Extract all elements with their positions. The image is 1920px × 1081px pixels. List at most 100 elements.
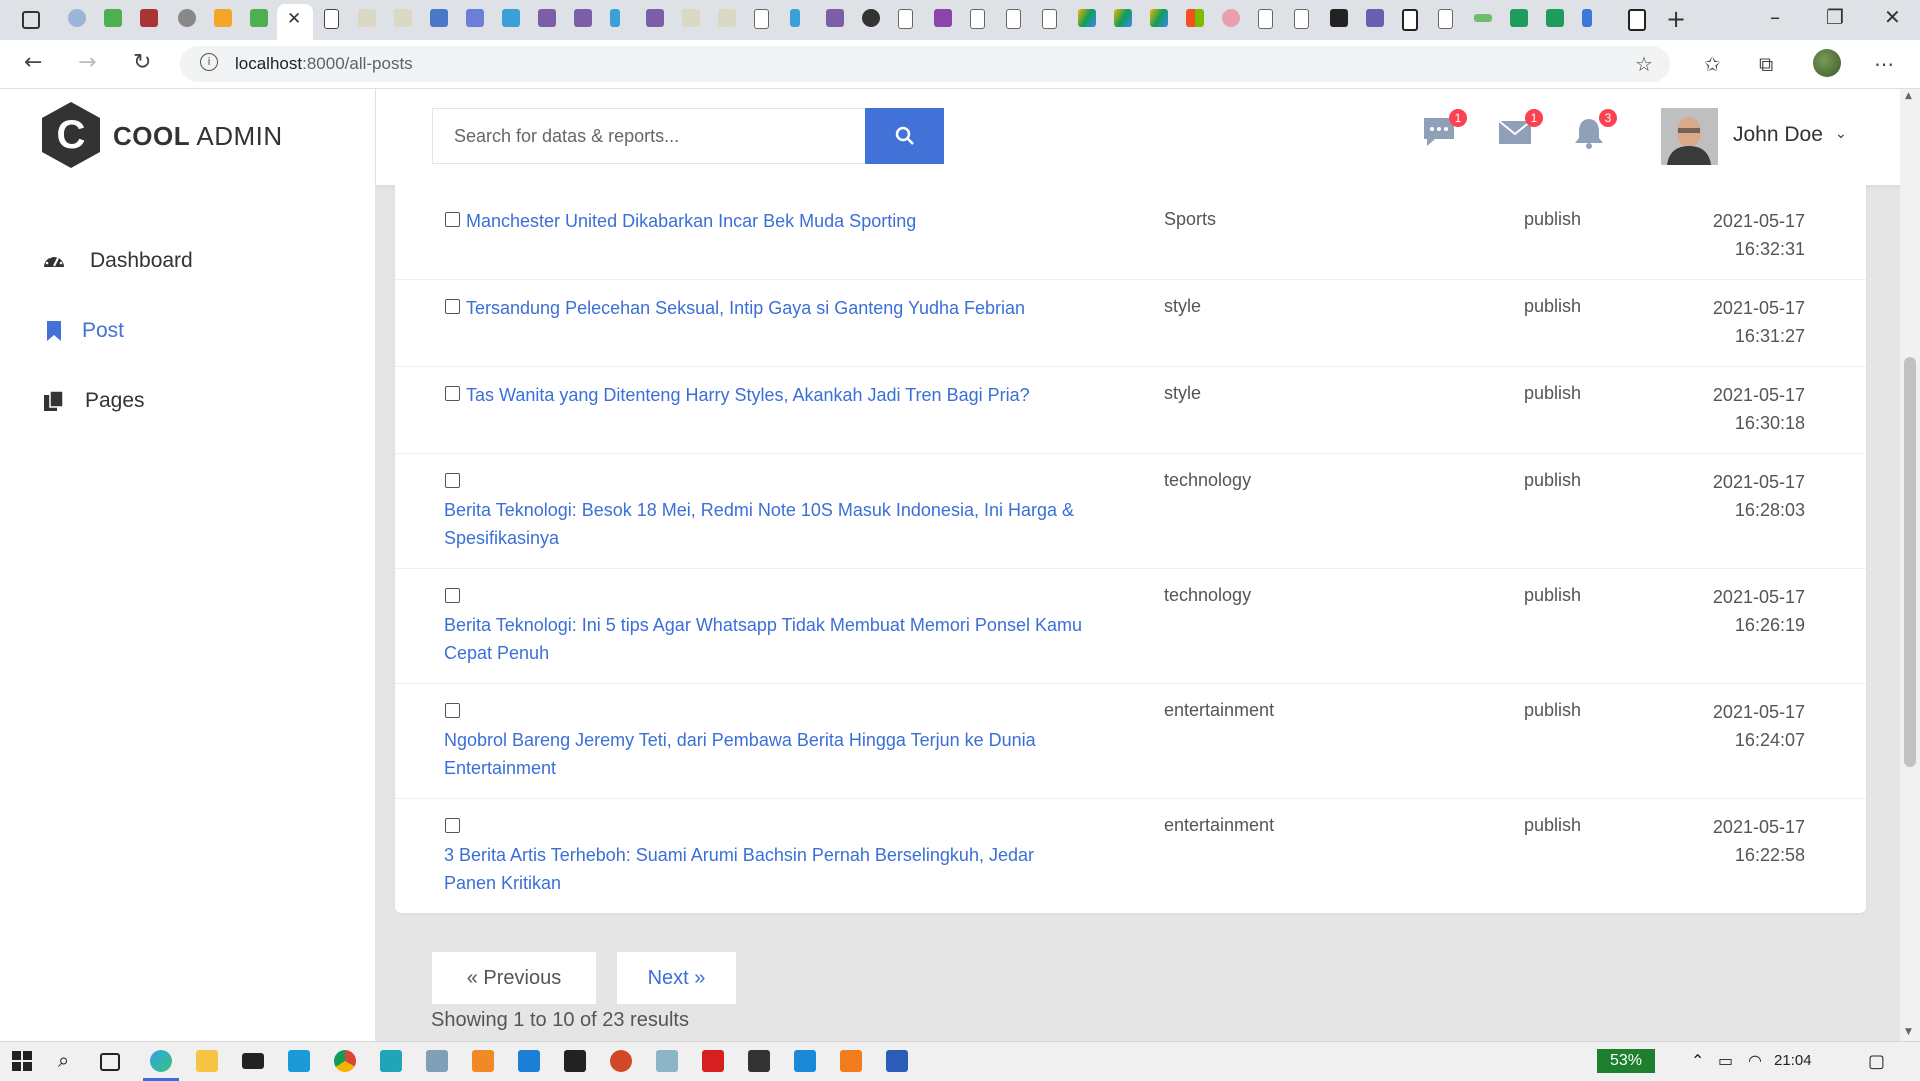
url-text[interactable]: localhost:8000/all-posts bbox=[235, 54, 413, 74]
drive-icon[interactable] bbox=[1150, 9, 1168, 27]
tab-favicon[interactable] bbox=[682, 9, 700, 27]
tab-favicon[interactable] bbox=[68, 9, 86, 27]
tab-favicon[interactable] bbox=[970, 9, 985, 29]
scroll-up-icon[interactable]: ▲ bbox=[1905, 91, 1912, 101]
collections-icon[interactable]: ⧉ bbox=[1759, 52, 1773, 76]
wifi-icon[interactable]: ◠ bbox=[1748, 1051, 1762, 1070]
tab-favicon[interactable] bbox=[466, 9, 484, 27]
page-scrollbar[interactable]: ▲ ▼ bbox=[1900, 89, 1920, 1041]
terminal-icon[interactable] bbox=[564, 1050, 586, 1072]
tab-favicon[interactable] bbox=[718, 9, 736, 27]
row-checkbox[interactable] bbox=[445, 299, 460, 314]
row-checkbox[interactable] bbox=[445, 818, 460, 833]
mail-icon[interactable] bbox=[242, 1053, 264, 1069]
forward-icon[interactable]: → bbox=[78, 50, 96, 75]
tab-favicon[interactable] bbox=[1006, 9, 1021, 29]
chrome-icon[interactable] bbox=[334, 1050, 356, 1072]
mail-notification[interactable]: 1 bbox=[1497, 109, 1543, 155]
tab-favicon[interactable] bbox=[1402, 9, 1418, 31]
row-checkbox[interactable] bbox=[445, 588, 460, 603]
xampp-icon[interactable] bbox=[840, 1050, 862, 1072]
powerpoint-icon[interactable] bbox=[610, 1050, 632, 1072]
reload-icon[interactable]: ↻ bbox=[133, 50, 151, 75]
taskbar-clock[interactable]: 21:04 bbox=[1774, 1052, 1812, 1069]
row-checkbox[interactable] bbox=[445, 386, 460, 401]
tab-favicon[interactable] bbox=[502, 9, 520, 27]
tab-favicon[interactable] bbox=[790, 9, 800, 27]
more-menu-icon[interactable]: ⋯ bbox=[1874, 52, 1894, 76]
acrobat-icon[interactable] bbox=[702, 1050, 724, 1072]
notification-center-icon[interactable]: ▢ bbox=[1868, 1051, 1885, 1072]
tab-favicon[interactable] bbox=[1510, 9, 1528, 27]
post-title-link[interactable]: Berita Teknologi: Besok 18 Mei, Redmi No… bbox=[444, 496, 1084, 552]
chevron-up-icon[interactable]: ⌃ bbox=[1691, 1051, 1704, 1070]
tab-favicon[interactable] bbox=[104, 9, 122, 27]
battery-indicator[interactable]: 53% bbox=[1597, 1049, 1655, 1073]
file-explorer-icon[interactable] bbox=[196, 1050, 218, 1072]
drive-icon[interactable] bbox=[1114, 9, 1132, 27]
row-checkbox[interactable] bbox=[445, 473, 460, 488]
profile-avatar[interactable] bbox=[1813, 49, 1841, 77]
tab-favicon[interactable] bbox=[1438, 9, 1453, 29]
word-icon[interactable] bbox=[886, 1050, 908, 1072]
next-page-button[interactable]: Next » bbox=[616, 951, 737, 1005]
user-name[interactable]: John Doe bbox=[1733, 123, 1823, 147]
chevron-down-icon[interactable]: ⌄ bbox=[1835, 126, 1847, 142]
post-title-link[interactable]: Ngobrol Bareng Jeremy Teti, dari Pembawa… bbox=[444, 726, 1084, 782]
post-title-link[interactable]: Tersandung Pelecehan Seksual, Intip Gaya… bbox=[466, 294, 1166, 322]
post-title-link[interactable]: Berita Teknologi: Ini 5 tips Agar Whatsa… bbox=[444, 611, 1084, 667]
post-title-link[interactable]: 3 Berita Artis Terheboh: Suami Arumi Bac… bbox=[444, 841, 1084, 897]
site-info-icon[interactable]: i bbox=[200, 53, 218, 71]
close-window-icon[interactable]: ✕ bbox=[1884, 5, 1901, 29]
previous-page-button[interactable]: « Previous bbox=[431, 951, 597, 1005]
tab-favicon[interactable] bbox=[178, 9, 196, 27]
vscode-icon[interactable] bbox=[518, 1050, 540, 1072]
logo-icon[interactable]: C bbox=[42, 102, 100, 168]
restore-icon[interactable]: ❐ bbox=[1826, 5, 1844, 29]
logo-text[interactable]: COOL ADMIN bbox=[113, 121, 283, 152]
back-icon[interactable]: ← bbox=[24, 50, 42, 75]
tab-favicon[interactable] bbox=[1294, 9, 1309, 29]
tab-favicon[interactable] bbox=[1474, 14, 1492, 22]
post-title-link[interactable]: Manchester United Dikabarkan Incar Bek M… bbox=[466, 207, 1106, 235]
tab-favicon[interactable] bbox=[358, 9, 376, 27]
url-field[interactable]: i localhost:8000/all-posts ☆ bbox=[180, 46, 1670, 82]
tab-favicon[interactable] bbox=[250, 9, 268, 27]
app-icon[interactable] bbox=[794, 1050, 816, 1072]
row-checkbox[interactable] bbox=[445, 212, 460, 227]
post-title-link[interactable]: Tas Wanita yang Ditenteng Harry Styles, … bbox=[466, 381, 1166, 409]
tab-favicon[interactable] bbox=[1582, 9, 1592, 27]
tab-favicon[interactable] bbox=[1628, 9, 1646, 31]
tab-favicon[interactable] bbox=[754, 9, 769, 29]
tab-favicon[interactable] bbox=[1258, 9, 1273, 29]
favorites-icon[interactable]: ✩ bbox=[1704, 52, 1721, 76]
whatsapp-icon[interactable] bbox=[380, 1050, 402, 1072]
tab-favicon[interactable] bbox=[646, 9, 664, 27]
search-icon[interactable]: ⌕ bbox=[58, 1048, 69, 1072]
close-tab-icon[interactable]: ✕ bbox=[287, 9, 301, 29]
tab-favicon[interactable] bbox=[324, 9, 339, 29]
user-avatar[interactable] bbox=[1661, 108, 1718, 165]
tab-favicon[interactable] bbox=[826, 9, 844, 27]
sublime-icon[interactable] bbox=[472, 1050, 494, 1072]
add-favorite-icon[interactable]: ☆ bbox=[1635, 52, 1653, 76]
scroll-down-icon[interactable]: ▼ bbox=[1905, 1027, 1912, 1037]
new-tab-icon[interactable]: + bbox=[1666, 5, 1686, 33]
tab-favicon[interactable] bbox=[1330, 9, 1348, 27]
app-l-icon[interactable] bbox=[288, 1050, 310, 1072]
microsoft-icon[interactable] bbox=[1186, 9, 1204, 27]
drive-icon[interactable] bbox=[1078, 9, 1096, 27]
tab-favicon[interactable] bbox=[934, 9, 952, 27]
tab-favicon[interactable] bbox=[1042, 9, 1057, 29]
tab-favicon[interactable] bbox=[430, 9, 448, 27]
tab-favicon[interactable] bbox=[1366, 9, 1384, 27]
tab-favicon[interactable] bbox=[214, 9, 232, 27]
tab-favicon[interactable] bbox=[1222, 9, 1240, 27]
tab-favicon[interactable] bbox=[1546, 9, 1564, 27]
github-icon[interactable] bbox=[862, 9, 880, 27]
photos-app-icon[interactable] bbox=[426, 1050, 448, 1072]
windows-start-icon[interactable] bbox=[11, 1050, 33, 1072]
search-button[interactable] bbox=[865, 108, 944, 164]
row-checkbox[interactable] bbox=[445, 703, 460, 718]
tab-favicon[interactable] bbox=[140, 9, 158, 27]
